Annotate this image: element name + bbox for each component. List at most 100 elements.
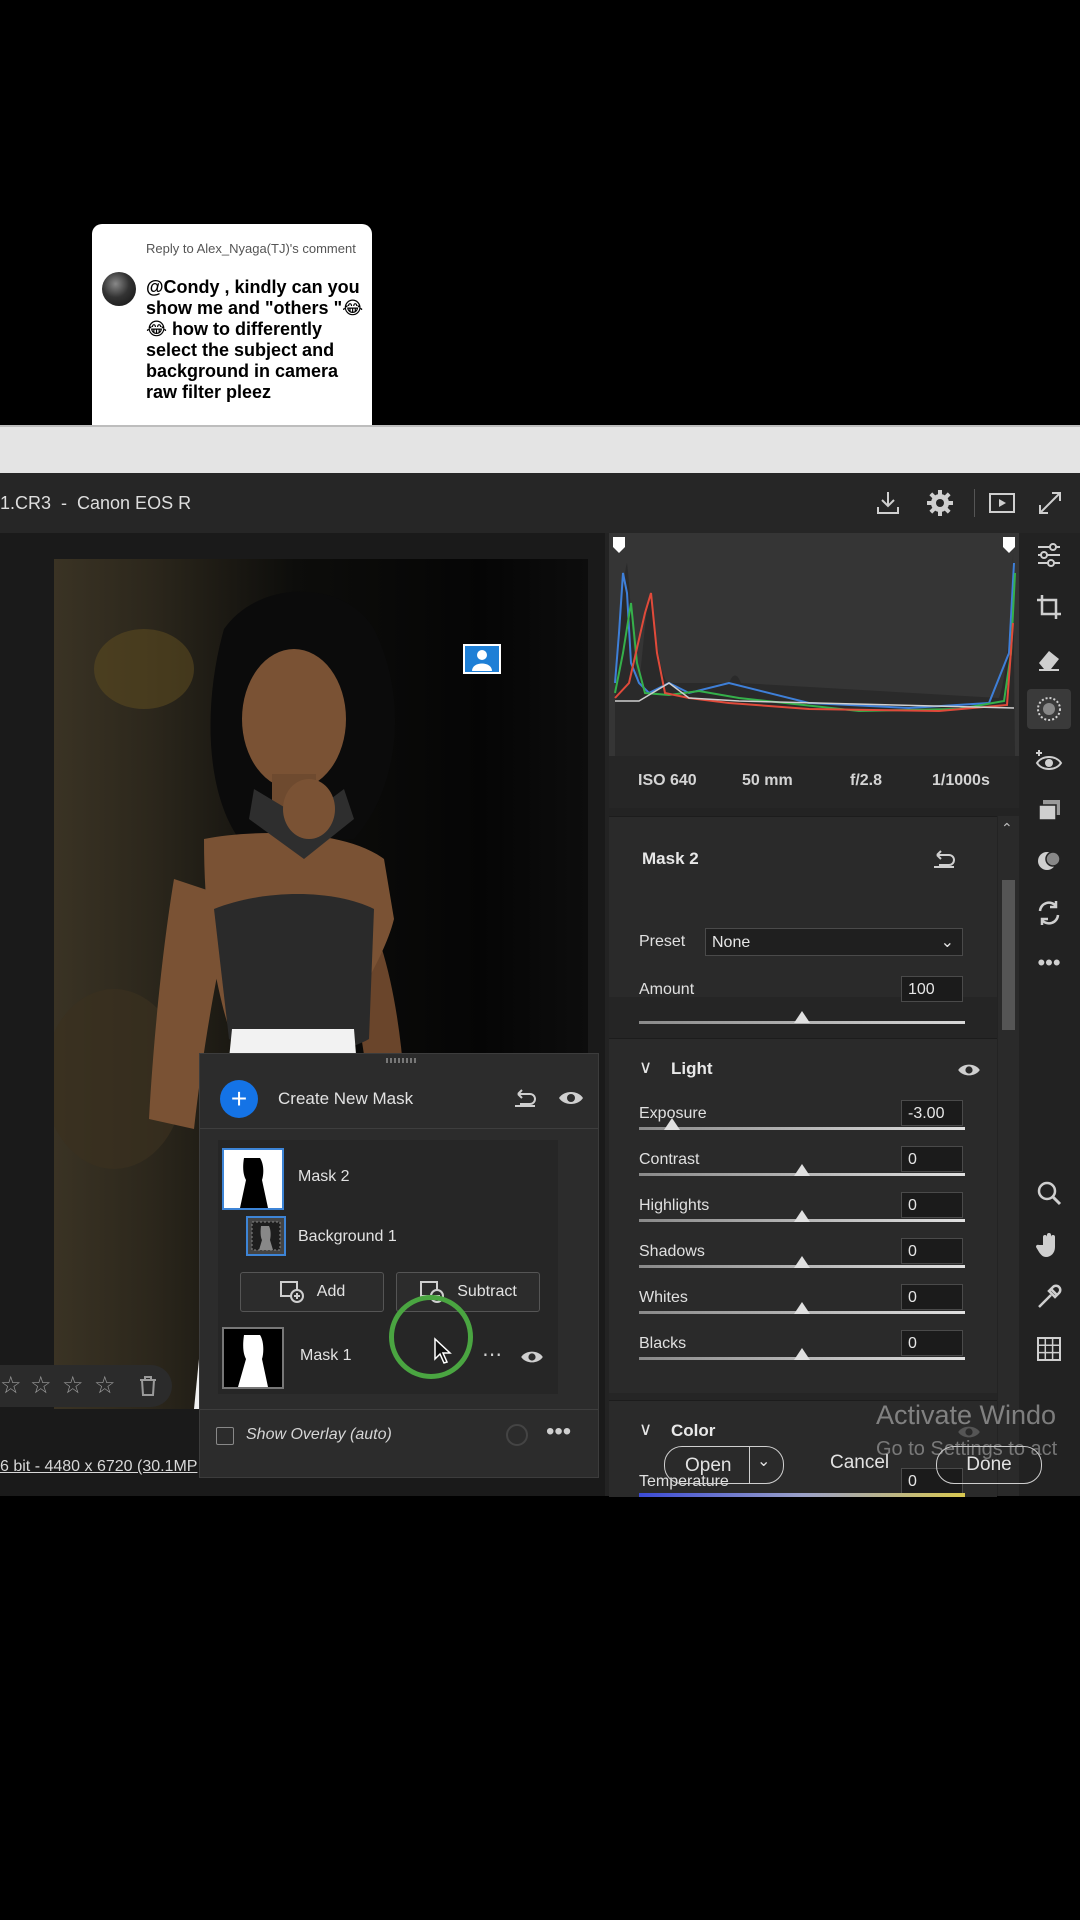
star-icon[interactable]: ☆ [94, 1371, 116, 1400]
amount-input[interactable]: 100 [901, 976, 963, 1002]
amount-slider-handle[interactable] [794, 1011, 810, 1023]
reset-mask-icon[interactable] [931, 847, 957, 876]
preset-value: None [712, 934, 751, 951]
star-icon[interactable]: ☆ [0, 1371, 22, 1400]
more-tools-icon[interactable]: ••• [1027, 943, 1071, 983]
light-slider-input[interactable]: -3.00 [901, 1100, 963, 1126]
trash-icon[interactable] [138, 1375, 158, 1402]
light-slider-label: Contrast [639, 1151, 700, 1168]
mask-1-name[interactable]: Mask 1 [300, 1347, 352, 1365]
light-slider-handle[interactable] [794, 1302, 810, 1314]
title-bar: 1.CR3 - Canon EOS R [0, 473, 1080, 533]
chevron-down-icon: ⌄ [940, 934, 954, 951]
reply-header: Reply to Alex_Nyaga(TJ)'s comment [146, 241, 356, 256]
cursor-click-ring [389, 1295, 473, 1379]
mouse-cursor-icon [433, 1337, 453, 1370]
eye-icon[interactable] [520, 1348, 544, 1371]
grid-icon[interactable] [1027, 1329, 1071, 1369]
slideshow-icon[interactable] [984, 485, 1020, 521]
background-1-name[interactable]: Background 1 [298, 1228, 397, 1246]
overlay-color-icon[interactable] [506, 1424, 528, 1446]
preset-label: Preset [639, 933, 686, 950]
mask-2-thumbnail[interactable] [222, 1148, 284, 1210]
presets-icon[interactable] [1027, 841, 1071, 881]
light-slider-handle[interactable] [794, 1348, 810, 1360]
tool-strip: ••• [1019, 533, 1080, 1496]
mask-2-name[interactable]: Mask 2 [298, 1168, 350, 1186]
overlay-row: Show Overlay (auto) ••• [200, 1409, 598, 1460]
panel-scrollbar[interactable]: ⌃ [998, 816, 1019, 1496]
download-icon[interactable] [870, 485, 906, 521]
more-options-icon[interactable]: ⋯ [482, 1342, 502, 1367]
zoom-icon[interactable] [1027, 1173, 1071, 1213]
mask-adjustments-panel: Mask 2 Preset None ⌄ Amount 100 ∨ Light … [609, 816, 997, 1497]
light-slider-input[interactable]: 0 [901, 1284, 963, 1310]
open-divider [749, 1447, 750, 1483]
file-title: 1.CR3 - Canon EOS R [0, 493, 192, 513]
hand-icon[interactable] [1027, 1225, 1071, 1265]
overlay-more-icon[interactable]: ••• [546, 1418, 571, 1446]
show-overlay-checkbox[interactable] [216, 1427, 234, 1445]
create-new-mask-button[interactable]: + [220, 1080, 258, 1118]
scrollbar-thumb[interactable] [1002, 880, 1015, 1030]
light-slider-input[interactable]: 0 [901, 1146, 963, 1172]
image-info-link[interactable]: 6 bit - 4480 x 6720 (30.1MP [0, 1458, 197, 1476]
light-slider-input[interactable]: 0 [901, 1330, 963, 1356]
edit-sliders-icon[interactable] [1027, 535, 1071, 575]
light-slider-label: Blacks [639, 1335, 687, 1352]
title-divider [974, 489, 975, 517]
mask-1-thumbnail[interactable] [222, 1327, 284, 1389]
camera-raw-window: 1.CR3 - Canon EOS R ☆ ☆ ☆ ☆ 6 bit - 4480… [0, 425, 1080, 1497]
eye-icon[interactable] [558, 1088, 584, 1113]
aperture-value: f/2.8 [850, 772, 883, 789]
panel-drag-handle[interactable] [386, 1058, 416, 1063]
snapshots-icon[interactable] [1027, 791, 1071, 831]
light-slider-handle[interactable] [794, 1164, 810, 1176]
masking-icon[interactable] [1027, 689, 1071, 729]
light-slider-track[interactable] [639, 1127, 965, 1130]
activate-windows-subtext: Go to Settings to act [876, 1438, 1058, 1460]
open-label: Open [685, 1455, 732, 1476]
window-top-strip [0, 425, 1080, 475]
crop-icon[interactable] [1027, 587, 1071, 627]
sync-icon[interactable] [1027, 893, 1071, 933]
fullscreen-icon[interactable] [1032, 485, 1068, 521]
activate-windows-watermark: Activate Windo [876, 1400, 1057, 1430]
gear-icon[interactable] [922, 485, 958, 521]
show-overlay-label: Show Overlay (auto) [246, 1426, 392, 1443]
histogram [609, 533, 1019, 756]
light-slider-handle[interactable] [663, 1118, 680, 1130]
light-slider-input[interactable]: 0 [901, 1238, 963, 1264]
light-slider-handle[interactable] [794, 1210, 810, 1222]
star-icon[interactable]: ☆ [62, 1371, 84, 1400]
chevron-down-icon[interactable]: ⌄ [757, 1451, 770, 1471]
add-mask-icon [279, 1281, 304, 1303]
chevron-down-icon[interactable]: ∨ [639, 1419, 652, 1440]
create-mask-row: + Create New Mask [200, 1068, 598, 1129]
shutter-value: 1/1000s [932, 772, 990, 789]
color-title: Color [671, 1421, 716, 1440]
reset-icon[interactable] [512, 1086, 538, 1115]
eyedropper-icon[interactable] [1027, 1277, 1071, 1317]
light-slider-input[interactable]: 0 [901, 1192, 963, 1218]
light-slider-label: Highlights [639, 1197, 710, 1214]
reply-message: @Condy , kindly can you show me and "oth… [146, 277, 364, 402]
create-new-mask-label: Create New Mask [278, 1089, 414, 1108]
eye-icon[interactable] [957, 1061, 981, 1084]
eraser-icon[interactable] [1027, 639, 1071, 679]
scroll-up-icon[interactable]: ⌃ [1001, 820, 1013, 837]
chevron-down-icon[interactable]: ∨ [639, 1057, 652, 1078]
red-eye-icon[interactable] [1027, 741, 1071, 781]
add-button[interactable]: Add [240, 1272, 384, 1312]
open-button[interactable]: Open ⌄ [664, 1446, 784, 1484]
background-1-thumbnail[interactable] [246, 1216, 286, 1256]
temperature-slider-track[interactable] [639, 1493, 965, 1497]
light-slider-handle[interactable] [794, 1256, 810, 1268]
preset-dropdown[interactable]: None ⌄ [705, 928, 963, 956]
light-title: Light [671, 1059, 713, 1078]
rating-bar: ☆ ☆ ☆ ☆ [0, 1365, 172, 1407]
light-slider-label: Shadows [639, 1243, 705, 1260]
avatar [102, 272, 136, 306]
star-icon[interactable]: ☆ [30, 1371, 52, 1400]
subtract-label: Subtract [457, 1283, 517, 1300]
